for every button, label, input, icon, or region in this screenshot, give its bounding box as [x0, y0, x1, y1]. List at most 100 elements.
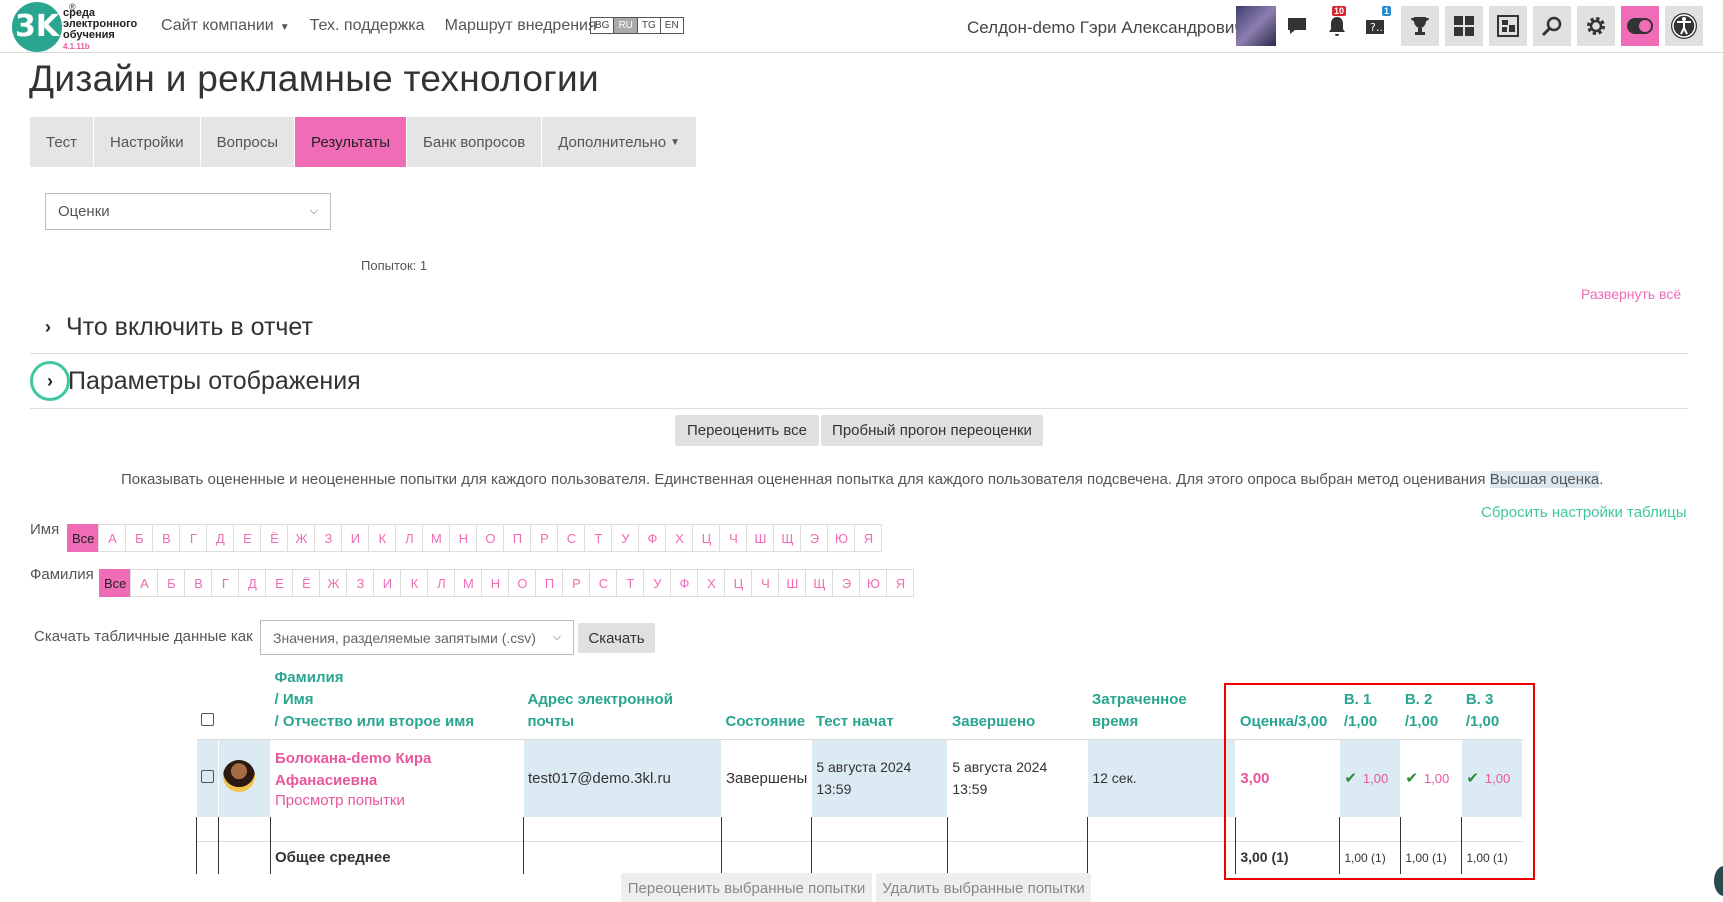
- lang-tg[interactable]: TG: [636, 17, 661, 34]
- tab-settings[interactable]: Настройки: [94, 117, 201, 167]
- first-name-letter[interactable]: Б: [125, 524, 154, 552]
- lang-bg[interactable]: BG: [590, 17, 615, 34]
- nav-link-company-site[interactable]: Сайт компании ▼: [161, 17, 290, 35]
- user-name[interactable]: Селдон-demo Гэри Александрович: [967, 18, 1243, 38]
- accessibility-icon[interactable]: [1665, 6, 1703, 46]
- row-checkbox[interactable]: [200, 769, 214, 783]
- theme-toggle-icon[interactable]: [1621, 6, 1659, 46]
- last-name-letter[interactable]: Х: [697, 569, 726, 597]
- first-name-letter[interactable]: Ж: [287, 524, 316, 552]
- last-name-letter[interactable]: С: [589, 569, 618, 597]
- regrade-selected-button[interactable]: Переоценить выбранные попытки: [621, 873, 872, 902]
- first-name-letter[interactable]: Т: [584, 524, 613, 552]
- last-name-letter[interactable]: А: [130, 569, 159, 597]
- first-name-letter[interactable]: Н: [449, 524, 478, 552]
- first-name-letter[interactable]: И: [341, 524, 370, 552]
- first-name-letter-all[interactable]: Все: [67, 524, 100, 552]
- report-type-select[interactable]: Оценки ⌵: [45, 193, 331, 230]
- last-name-letter[interactable]: Щ: [805, 569, 834, 597]
- first-name-letter[interactable]: Г: [179, 524, 208, 552]
- last-name-letter[interactable]: Ц: [724, 569, 753, 597]
- section-include-in-report[interactable]: › Что включить в отчет: [30, 305, 1688, 354]
- tab-quiz[interactable]: Тест: [30, 117, 95, 167]
- first-name-letter[interactable]: Д: [206, 524, 235, 552]
- first-name-letter[interactable]: С: [557, 524, 586, 552]
- last-name-letter[interactable]: К: [400, 569, 429, 597]
- email-header[interactable]: Адрес электронной почты: [523, 663, 722, 740]
- first-name-letter[interactable]: М: [422, 524, 451, 552]
- first-name-letter[interactable]: Ц: [692, 524, 721, 552]
- last-name-letter[interactable]: Ю: [859, 569, 888, 597]
- section-display-options[interactable]: › Параметры отображения: [30, 358, 1688, 409]
- first-name-letter[interactable]: Щ: [773, 524, 802, 552]
- last-name-letter[interactable]: Р: [562, 569, 591, 597]
- sort-first-name[interactable]: / Имя: [275, 689, 520, 711]
- last-name-letter[interactable]: Д: [238, 569, 267, 597]
- last-name-letter[interactable]: У: [643, 569, 672, 597]
- last-name-letter[interactable]: М: [454, 569, 483, 597]
- last-name-letter[interactable]: И: [373, 569, 402, 597]
- first-name-letter[interactable]: Я: [854, 524, 883, 552]
- first-name-letter[interactable]: З: [314, 524, 343, 552]
- last-name-letter[interactable]: Я: [886, 569, 915, 597]
- tab-results[interactable]: Результаты: [295, 117, 408, 167]
- first-name-letter[interactable]: Ю: [827, 524, 856, 552]
- gear-icon[interactable]: [1577, 6, 1615, 46]
- select-all-checkbox[interactable]: [200, 713, 214, 726]
- tab-more[interactable]: Дополнительно ▼: [542, 117, 698, 167]
- first-name-letter[interactable]: В: [152, 524, 181, 552]
- first-name-letter[interactable]: Ё: [260, 524, 289, 552]
- first-name-letter[interactable]: Ш: [746, 524, 775, 552]
- last-name-letter[interactable]: Ж: [319, 569, 348, 597]
- last-name-letter-all[interactable]: Все: [99, 569, 132, 597]
- first-name-letter[interactable]: Э: [800, 524, 829, 552]
- reset-table-link[interactable]: Сбросить настройки таблицы: [1481, 504, 1686, 521]
- last-name-letter[interactable]: Т: [616, 569, 645, 597]
- nav-link-support[interactable]: Тех. поддержка: [310, 17, 425, 35]
- student-name-link[interactable]: Болокана-demo Кира Афанасиевна: [275, 748, 519, 792]
- delete-selected-button[interactable]: Удалить выбранные попытки: [876, 873, 1091, 902]
- last-name-letter[interactable]: Ш: [778, 569, 807, 597]
- last-name-letter[interactable]: П: [535, 569, 564, 597]
- first-name-letter[interactable]: П: [503, 524, 532, 552]
- nav-link-implementation-route[interactable]: Маршрут внедрения: [445, 17, 597, 35]
- last-name-letter[interactable]: Б: [157, 569, 186, 597]
- review-attempt-link[interactable]: Просмотр попытки: [275, 792, 519, 809]
- last-name-letter[interactable]: Л: [427, 569, 456, 597]
- first-name-letter[interactable]: Ч: [719, 524, 748, 552]
- sort-middle-name[interactable]: / Отчество или второе имя: [275, 711, 520, 733]
- first-name-letter[interactable]: Х: [665, 524, 694, 552]
- dry-run-regrade-button[interactable]: Пробный прогон переоценки: [821, 415, 1043, 446]
- started-header[interactable]: Тест начат: [811, 663, 948, 740]
- regrade-all-button[interactable]: Переоценить все: [675, 415, 819, 446]
- first-name-letter[interactable]: Л: [395, 524, 424, 552]
- student-avatar[interactable]: [223, 760, 255, 793]
- last-name-letter[interactable]: Ё: [292, 569, 321, 597]
- last-name-letter[interactable]: В: [184, 569, 213, 597]
- floating-widget-icon[interactable]: [1714, 866, 1723, 896]
- first-name-letter[interactable]: О: [476, 524, 505, 552]
- expand-all-link[interactable]: Развернуть всё: [1581, 286, 1681, 302]
- layout-icon[interactable]: [1489, 6, 1527, 46]
- tab-questions[interactable]: Вопросы: [200, 117, 296, 167]
- dashboard-icon[interactable]: [1445, 6, 1483, 46]
- finished-header[interactable]: Завершено: [947, 663, 1088, 740]
- last-name-letter[interactable]: Г: [211, 569, 240, 597]
- last-name-letter[interactable]: О: [508, 569, 537, 597]
- search-icon[interactable]: [1533, 6, 1571, 46]
- tab-question-bank[interactable]: Банк вопросов: [407, 117, 543, 167]
- time-header[interactable]: Затраченное время: [1087, 663, 1236, 740]
- site-logo[interactable]: 3K ® среда электронного обучения 4.1.11b: [12, 2, 142, 52]
- lang-ru[interactable]: RU: [613, 17, 638, 34]
- sort-last-name[interactable]: Фамилия: [275, 667, 520, 689]
- download-button[interactable]: Скачать: [578, 623, 655, 653]
- first-name-letter[interactable]: А: [98, 524, 127, 552]
- last-name-letter[interactable]: Э: [832, 569, 861, 597]
- first-name-letter[interactable]: Ф: [638, 524, 667, 552]
- first-name-letter[interactable]: У: [611, 524, 640, 552]
- lang-en[interactable]: EN: [659, 17, 684, 34]
- last-name-letter[interactable]: Н: [481, 569, 510, 597]
- user-avatar[interactable]: [1236, 6, 1276, 46]
- download-format-select[interactable]: Значения, разделяемые запятыми (.csv) ⌵: [260, 620, 574, 655]
- last-name-letter[interactable]: Ф: [670, 569, 699, 597]
